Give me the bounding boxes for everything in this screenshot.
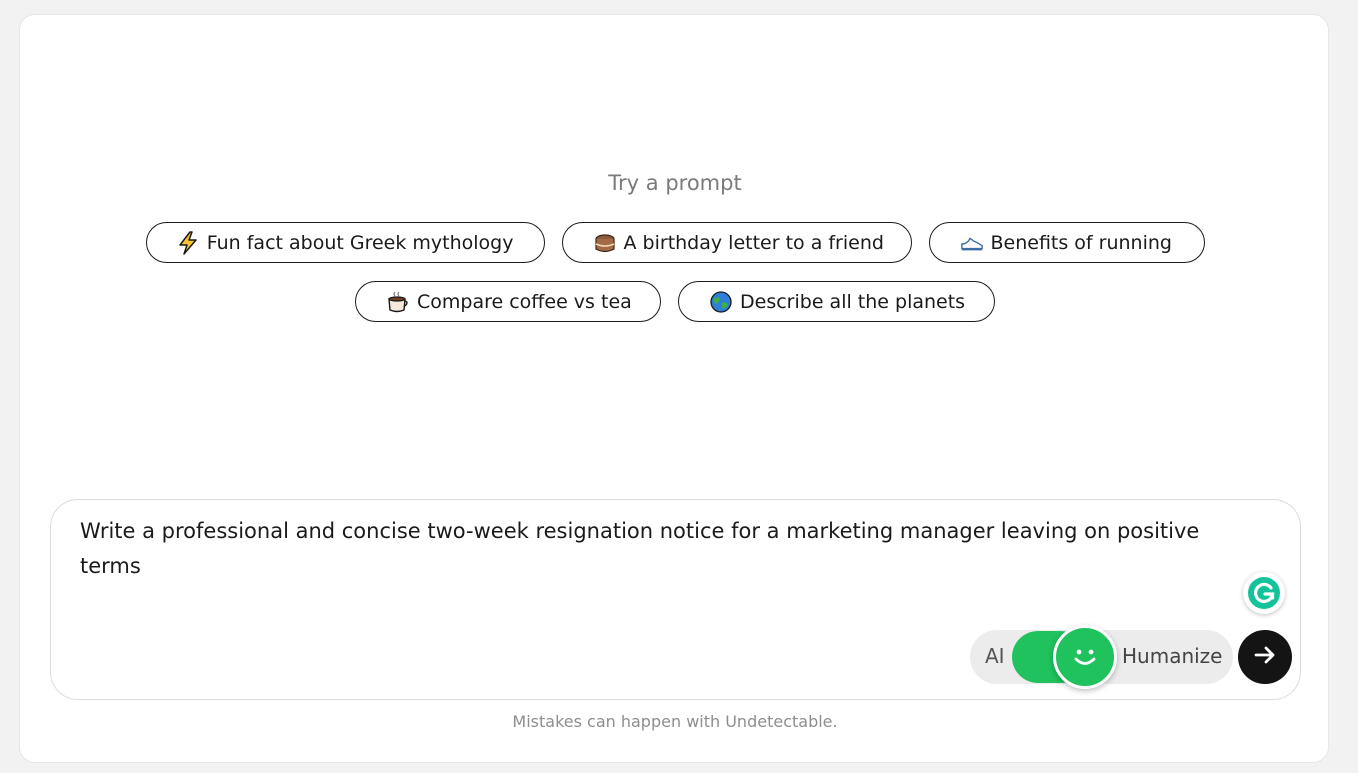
- prompt-chips-row-1: Fun fact about Greek mythology A birthda…: [20, 222, 1330, 263]
- hot-beverage-icon: [386, 290, 410, 314]
- arrow-right-icon: [1252, 642, 1278, 672]
- prompt-chip-greek-mythology[interactable]: Fun fact about Greek mythology: [145, 222, 545, 263]
- prompt-chips-row-2: Compare coffee vs tea Describe all the p…: [20, 281, 1330, 322]
- humanize-toggle[interactable]: AI Humanize: [970, 625, 1233, 689]
- prompt-input-text[interactable]: Write a professional and concise two-wee…: [80, 514, 1250, 584]
- prompt-chip-coffee-vs-tea[interactable]: Compare coffee vs tea: [355, 281, 661, 322]
- cake-icon: [593, 231, 617, 255]
- globe-icon: [709, 290, 733, 314]
- prompt-chip-label: A birthday letter to a friend: [623, 231, 884, 254]
- running-shoe-icon: [960, 231, 984, 255]
- prompt-chip-birthday-letter[interactable]: A birthday letter to a friend: [561, 222, 912, 263]
- prompt-chip-describe-planets[interactable]: Describe all the planets: [678, 281, 995, 322]
- prompt-chip-label: Describe all the planets: [740, 290, 966, 313]
- prompt-chip-label: Compare coffee vs tea: [417, 290, 632, 313]
- send-button[interactable]: [1238, 630, 1292, 684]
- lightning-icon: [177, 230, 200, 255]
- smiley-icon[interactable]: [1053, 625, 1117, 689]
- prompt-chip-label: Benefits of running: [990, 231, 1172, 254]
- grammarly-icon[interactable]: [1243, 572, 1285, 614]
- try-prompt-title: Try a prompt: [608, 171, 742, 195]
- prompt-chip-label: Fun fact about Greek mythology: [206, 231, 514, 254]
- toggle-ai-label: AI: [985, 644, 1005, 668]
- prompt-chip-benefits-running[interactable]: Benefits of running: [928, 222, 1205, 263]
- toggle-humanize-label: Humanize: [1122, 644, 1223, 668]
- disclaimer-note: Mistakes can happen with Undetectable.: [512, 712, 838, 731]
- main-card: Try a prompt Fun fact about Greek mythol…: [19, 14, 1329, 763]
- prompt-input-box[interactable]: Write a professional and concise two-wee…: [50, 499, 1301, 700]
